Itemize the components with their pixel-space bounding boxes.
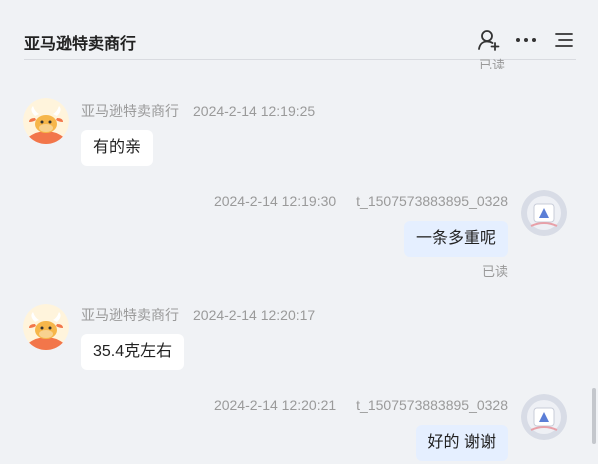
add-person-icon[interactable] <box>477 28 501 52</box>
message-bubble[interactable]: 35.4克左右 <box>81 334 185 370</box>
message-bubble[interactable]: 好的 谢谢 <box>415 425 508 461</box>
menu-icon[interactable] <box>552 28 576 52</box>
user-avatar[interactable] <box>521 394 567 440</box>
sender-name: 亚马逊特卖商行 <box>81 307 179 323</box>
message-meta: 亚马逊特卖商行 2024-2-14 12:19:25 <box>81 101 315 121</box>
message-meta: 2024-2-14 12:20:21 t_1507573883895_0328 <box>214 397 508 413</box>
cow-avatar-icon <box>23 98 69 144</box>
sender-name: t_1507573883895_0328 <box>356 397 508 413</box>
sender-name: 亚马逊特卖商行 <box>81 103 179 119</box>
seller-avatar[interactable] <box>23 304 69 350</box>
message-time: 2024-2-14 12:20:17 <box>193 307 316 323</box>
user-avatar-icon <box>521 394 567 440</box>
seller-avatar[interactable] <box>23 98 69 144</box>
message-bubble[interactable]: 有的亲 <box>81 130 154 166</box>
message-bubble[interactable]: 一条多重呢 <box>403 221 508 257</box>
scrollbar[interactable] <box>592 388 596 444</box>
message-time: 2024-2-14 12:19:25 <box>193 103 316 119</box>
message-meta: 2024-2-14 12:19:30 t_1507573883895_0328 <box>214 193 508 209</box>
sender-name: t_1507573883895_0328 <box>356 193 508 209</box>
chat-title: 亚马逊特卖商行 <box>24 36 137 53</box>
message-time: 2024-2-14 12:19:30 <box>213 193 337 209</box>
message-meta: 亚马逊特卖商行 2024-2-14 12:20:17 <box>81 305 315 325</box>
message-time: 2024-2-14 12:20:21 <box>213 397 337 413</box>
read-status: 已读 <box>479 58 506 69</box>
cow-avatar-icon <box>23 304 69 350</box>
user-avatar-icon <box>521 190 567 236</box>
read-status: 已读 <box>481 264 508 279</box>
more-icon[interactable] <box>514 28 538 52</box>
chat-header: 亚马逊特卖商行 <box>0 0 598 60</box>
user-avatar[interactable] <box>521 190 567 236</box>
